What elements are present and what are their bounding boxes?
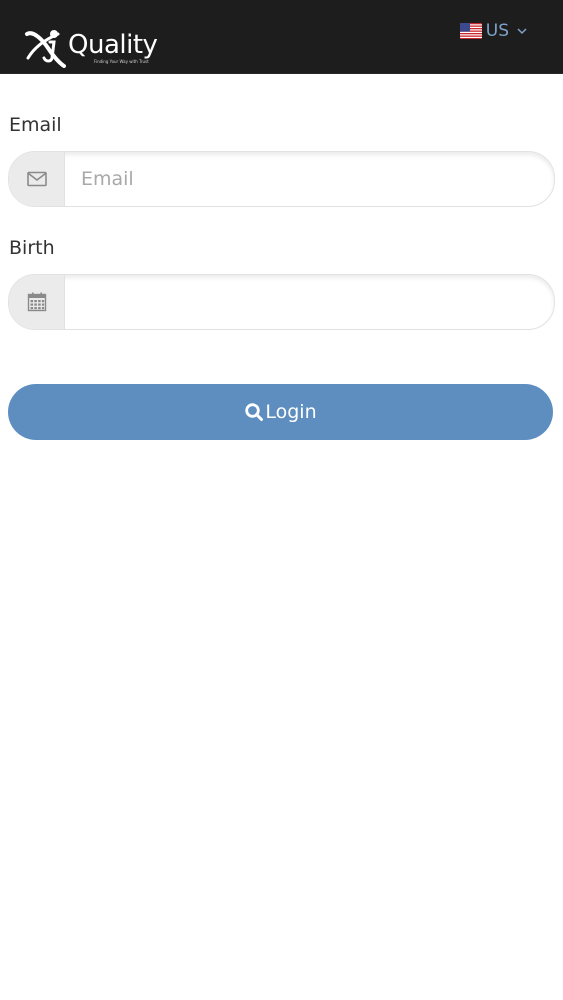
login-button[interactable]: Login	[8, 384, 553, 440]
logo-tagline: Finding Your Way with Trust	[94, 59, 149, 64]
logo-mark-icon	[25, 30, 66, 68]
calendar-icon	[27, 292, 46, 312]
language-code: US	[485, 21, 509, 41]
birth-addon	[9, 275, 65, 329]
logo-text: Quality	[68, 30, 158, 60]
top-navbar: Quality Finding Your Way with Trust US	[0, 0, 563, 74]
email-input-group	[8, 151, 555, 207]
quality-logo[interactable]: Quality Finding Your Way with Trust	[24, 28, 164, 70]
email-field[interactable]	[65, 152, 554, 206]
envelope-icon	[26, 171, 47, 187]
email-label: Email	[9, 114, 62, 136]
birth-input-group	[8, 274, 555, 330]
login-button-label: Login	[265, 401, 317, 423]
search-icon	[245, 403, 264, 421]
email-addon	[9, 152, 65, 206]
us-flag-icon	[459, 23, 482, 39]
birth-date-field[interactable]	[65, 275, 554, 329]
language-selector[interactable]: US	[459, 20, 527, 42]
birth-label: Birth	[9, 237, 55, 259]
chevron-down-icon	[517, 28, 527, 35]
